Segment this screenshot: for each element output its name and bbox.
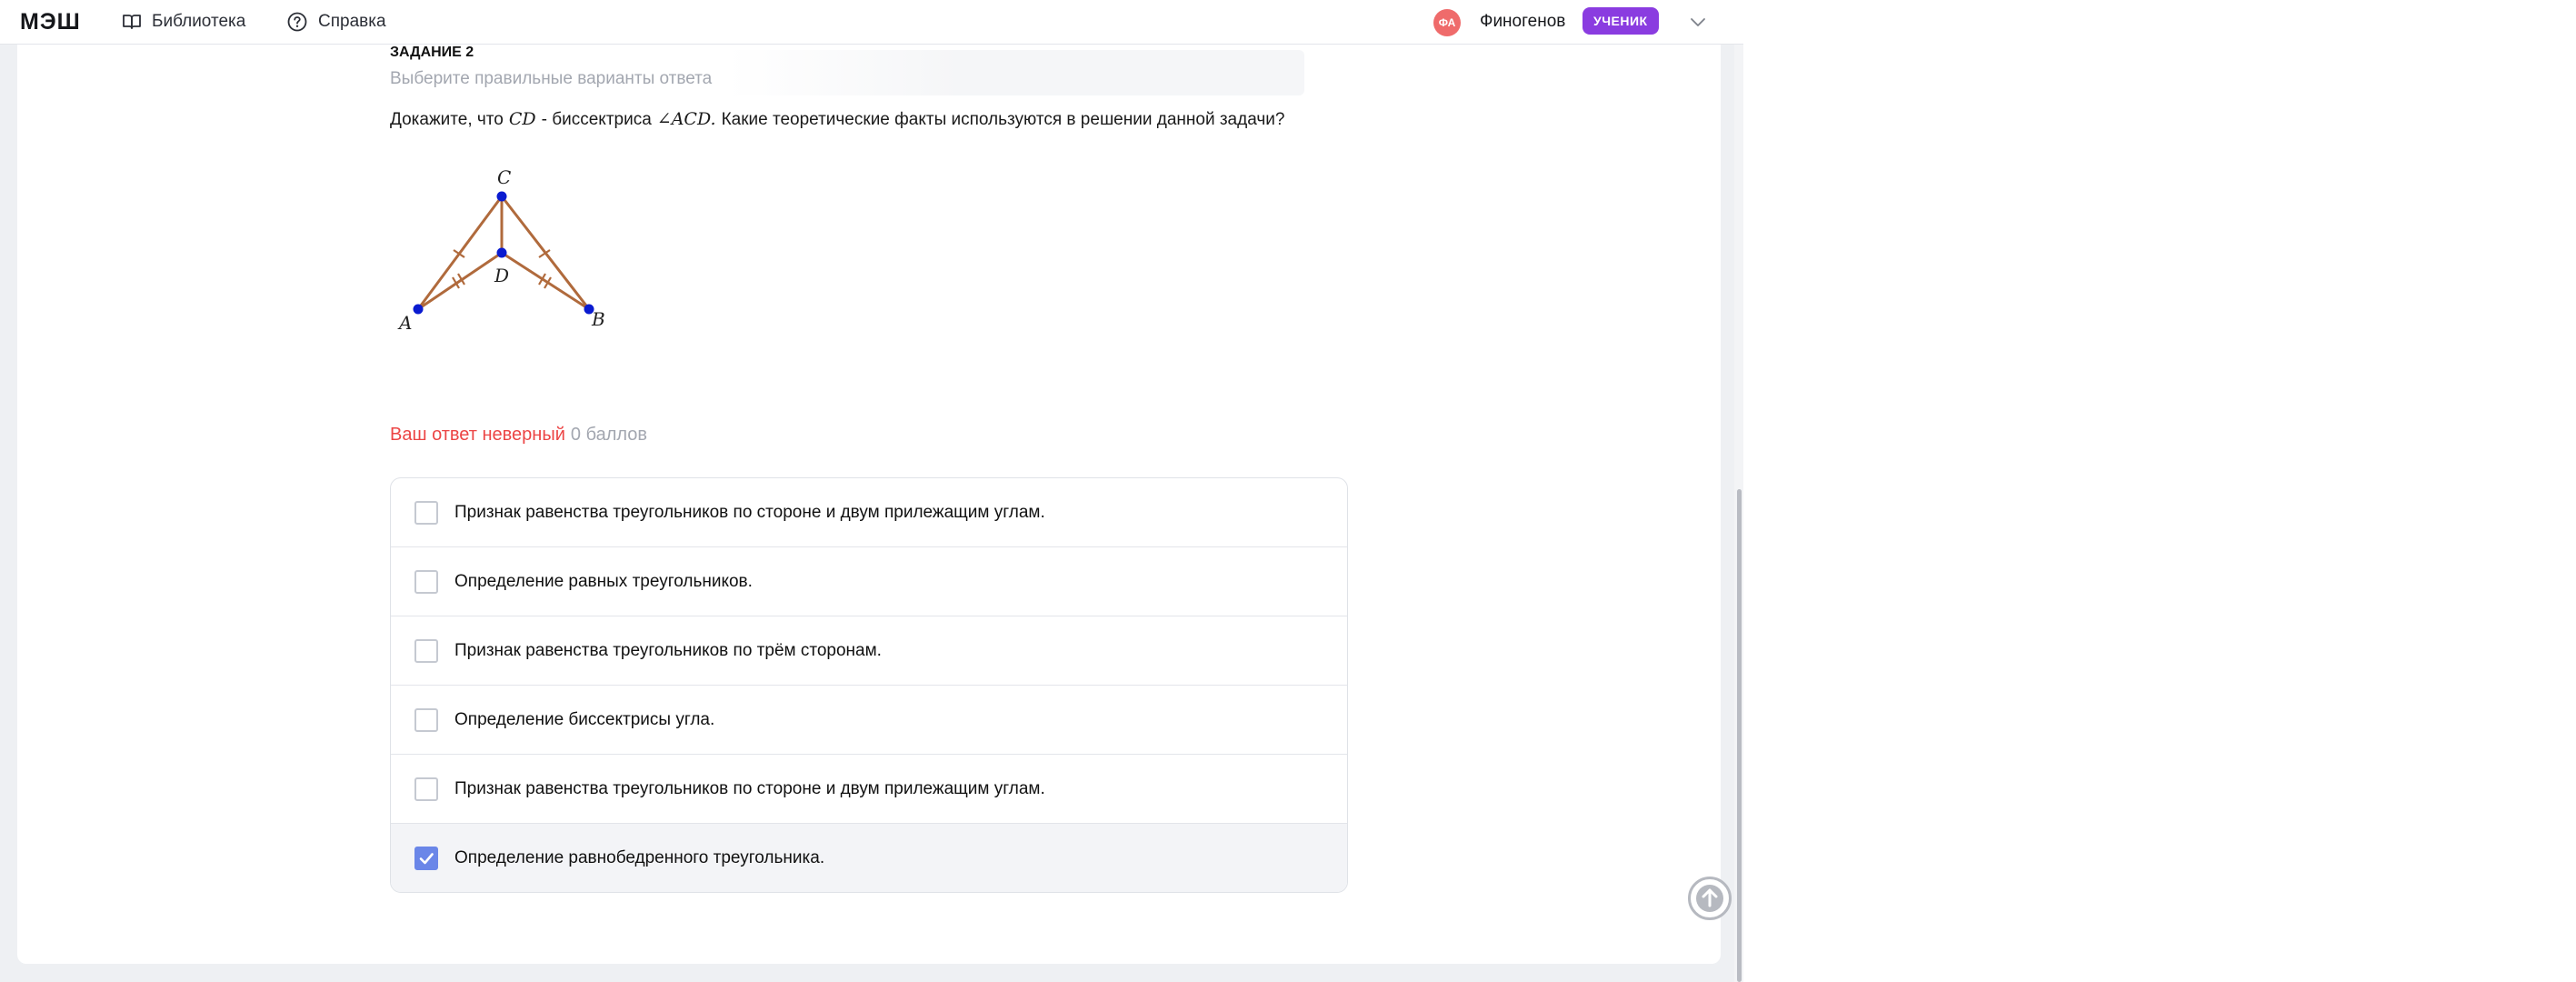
role-badge: УЧЕНИК <box>1583 7 1659 35</box>
answer-options-list: Признак равенства треугольников по сторо… <box>390 477 1348 893</box>
nav-library-link[interactable]: Библиотека <box>123 12 245 32</box>
help-icon <box>287 12 307 32</box>
math-segment-cd: CD <box>508 109 536 129</box>
option-label: Определение равных треугольников. <box>454 571 753 591</box>
question-text: Докажите, что CD - биссектриса ∠ACD. Какие т… <box>390 109 1284 130</box>
option-label: Определение равнобедренного треугольника… <box>454 847 825 867</box>
result-status: Ваш ответ неверный <box>390 425 565 445</box>
answer-option[interactable]: Определение равных треугольников. <box>391 547 1347 616</box>
option-checkbox[interactable] <box>414 638 438 663</box>
answer-option[interactable]: Признак равенства треугольников по сторо… <box>391 478 1347 547</box>
task-instruction: Выберите правильные варианты ответа <box>390 69 713 88</box>
option-label: Признак равенства треугольников по трём … <box>454 640 882 660</box>
nav-help-link[interactable]: Справка <box>287 12 386 32</box>
segment-ac <box>416 195 504 311</box>
option-label: Признак равенства треугольников по сторо… <box>454 502 1045 522</box>
option-checkbox-checked[interactable] <box>414 846 438 870</box>
label-d: D <box>494 265 509 286</box>
checkmark-icon <box>419 852 434 864</box>
math-angle-acd: ∠ACD. <box>656 109 716 129</box>
app-logo[interactable]: МЭШ <box>20 9 81 35</box>
option-label: Признак равенства треугольников по сторо… <box>454 778 1045 798</box>
geometry-figure: A C D B <box>397 166 605 334</box>
toast-shadow-overlay <box>727 50 1304 95</box>
user-avatar[interactable]: ФА <box>1433 9 1461 36</box>
answer-result: Ваш ответ неверный 0 баллов <box>390 425 647 446</box>
answer-option-selected[interactable]: Определение равнобедренного треугольника… <box>391 824 1347 892</box>
scroll-to-top-button[interactable] <box>1688 877 1732 920</box>
point-a <box>413 304 424 315</box>
option-label: Определение биссектрисы угла. <box>454 709 715 729</box>
nav-library-label: Библиотека <box>152 12 246 31</box>
answer-option[interactable]: Определение биссектрисы угла. <box>391 686 1347 755</box>
arrow-up-icon <box>1696 885 1723 912</box>
segment-ad <box>416 251 504 311</box>
nav-help-label: Справка <box>318 12 386 31</box>
option-checkbox[interactable] <box>414 777 438 801</box>
question-mid: - биссектриса <box>541 110 652 129</box>
result-score: 0 баллов <box>570 425 648 445</box>
option-checkbox[interactable] <box>414 500 438 525</box>
user-name[interactable]: Финогенов <box>1480 12 1565 32</box>
question-suffix: Какие теоретические факты используются в… <box>721 110 1285 129</box>
point-d <box>496 247 507 258</box>
label-b: B <box>591 308 605 330</box>
label-c: C <box>497 166 511 188</box>
answer-option[interactable]: Признак равенства треугольников по сторо… <box>391 755 1347 824</box>
scrollbar-thumb[interactable] <box>1737 489 1742 982</box>
question-prefix: Докажите, что <box>390 110 504 129</box>
book-icon <box>123 15 141 29</box>
task-title: ЗАДАНИЕ 2 <box>390 45 474 60</box>
option-checkbox[interactable] <box>414 569 438 594</box>
point-c <box>496 191 507 202</box>
chevron-down-icon[interactable] <box>1689 13 1707 31</box>
segment-db <box>500 251 591 311</box>
top-navigation-bar: МЭШ Библиотека Справка ФА Финогенов УЧЕН… <box>0 0 1743 45</box>
answer-option[interactable]: Признак равенства треугольников по трём … <box>391 616 1347 686</box>
option-checkbox[interactable] <box>414 707 438 732</box>
label-a: A <box>397 312 412 334</box>
